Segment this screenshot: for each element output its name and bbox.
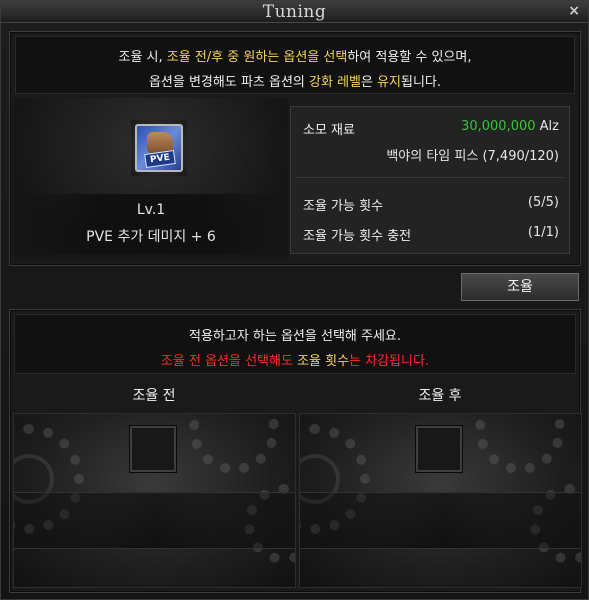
tuning-window: Tuning × 조율 시, 조율 전/후 중 원하는 옵션을 선택하여 적용할… bbox=[0, 0, 589, 600]
notice-segment: 강화 레벨 bbox=[309, 75, 361, 90]
tune-button[interactable]: 조율 bbox=[461, 273, 579, 301]
tune-count-value: (5/5) bbox=[527, 195, 559, 210]
select-notice: 적용하고자 하는 옵션을 선택해 주세요. 조율 전 옵션을 선택해도 조율 횟… bbox=[14, 314, 576, 374]
notice-segment: 조율 전 옵션을 선택해도 bbox=[160, 354, 298, 369]
tuning-info-box: 소모 재료 30,000,000 Alz 백야의 타임 피스 (7,490/12… bbox=[290, 106, 570, 254]
tuning-notice: 조율 시, 조율 전/후 중 원하는 옵션을 선택하여 적용할 수 있으며, 옵… bbox=[15, 36, 575, 94]
after-option-area[interactable] bbox=[299, 413, 582, 588]
before-option-slot[interactable] bbox=[130, 426, 176, 472]
gear-decoration bbox=[475, 414, 565, 474]
tune-count-label: 조율 가능 횟수 bbox=[303, 199, 384, 214]
item-level: Lv.1 bbox=[136, 202, 166, 218]
gear-decoration bbox=[189, 414, 279, 474]
item-display: PVE Lv.1 PVE 추가 데미지 + 6 bbox=[14, 98, 288, 260]
cost-value: 30,000,000 Alz bbox=[461, 119, 559, 134]
after-option-text-area[interactable] bbox=[300, 492, 581, 549]
after-title: 조율 후 bbox=[418, 388, 462, 404]
window-title: Tuning bbox=[262, 2, 327, 22]
notice-segment: 하여 적용할 수 있으며, bbox=[347, 50, 472, 65]
notice-segment: 는 차감됩니다. bbox=[349, 354, 430, 369]
notice-line-1: 조율 시, 조율 전/후 중 원하는 옵션을 선택하여 적용할 수 있으며, bbox=[16, 46, 574, 65]
title-bar[interactable]: Tuning × bbox=[1, 1, 588, 23]
notice-segment: 조율 횟수 bbox=[297, 354, 350, 369]
cost-label: 소모 재료 bbox=[303, 123, 355, 138]
after-option-slot[interactable] bbox=[416, 426, 462, 472]
cost-amount: 30,000,000 bbox=[461, 119, 536, 134]
select-notice-line-1: 적용하고자 하는 옵션을 선택해 주세요. bbox=[188, 329, 402, 344]
select-notice-line-2: 조율 전 옵션을 선택해도 조율 횟수는 차감됩니다. bbox=[15, 350, 575, 369]
item-stat: PVE 추가 데미지 + 6 bbox=[86, 229, 216, 245]
notice-segment: 은 bbox=[361, 75, 378, 90]
notice-line-2: 옵션을 변경해도 파츠 옵션의 강화 레벨은 유지됩니다. bbox=[16, 71, 574, 90]
item-slot[interactable]: PVE bbox=[131, 120, 187, 176]
tune-charge-value: (1/1) bbox=[527, 225, 559, 240]
notice-segment: 옵션을 변경해도 파츠 옵션의 bbox=[148, 75, 310, 90]
before-option-text-area[interactable] bbox=[14, 492, 295, 549]
notice-segment: 됩니다. bbox=[401, 75, 442, 90]
before-title: 조율 전 bbox=[132, 388, 176, 404]
before-option-area[interactable] bbox=[13, 413, 296, 588]
cost-unit: Alz bbox=[539, 119, 559, 134]
item-stats: Lv.1 PVE 추가 데미지 + 6 bbox=[14, 194, 288, 254]
notice-segment: 조율 전/후 중 원하는 옵션을 선택 bbox=[166, 50, 348, 65]
item-info-panel: 조율 시, 조율 전/후 중 원하는 옵션을 선택하여 적용할 수 있으며, 옵… bbox=[9, 31, 581, 266]
close-icon[interactable]: × bbox=[568, 3, 580, 19]
notice-segment: 조율 시, bbox=[118, 50, 167, 65]
tune-charge-label: 조율 가능 횟수 충전 bbox=[303, 229, 412, 244]
pve-badge: PVE bbox=[144, 149, 176, 169]
pve-fist-icon: PVE bbox=[135, 124, 183, 172]
option-select-panel: 적용하고자 하는 옵션을 선택해 주세요. 조율 전 옵션을 선택해도 조율 횟… bbox=[9, 309, 582, 593]
info-divider bbox=[297, 177, 563, 178]
notice-segment: 유지 bbox=[377, 75, 402, 90]
material-value: 백야의 타임 피스 (7,490/120) bbox=[386, 149, 559, 164]
